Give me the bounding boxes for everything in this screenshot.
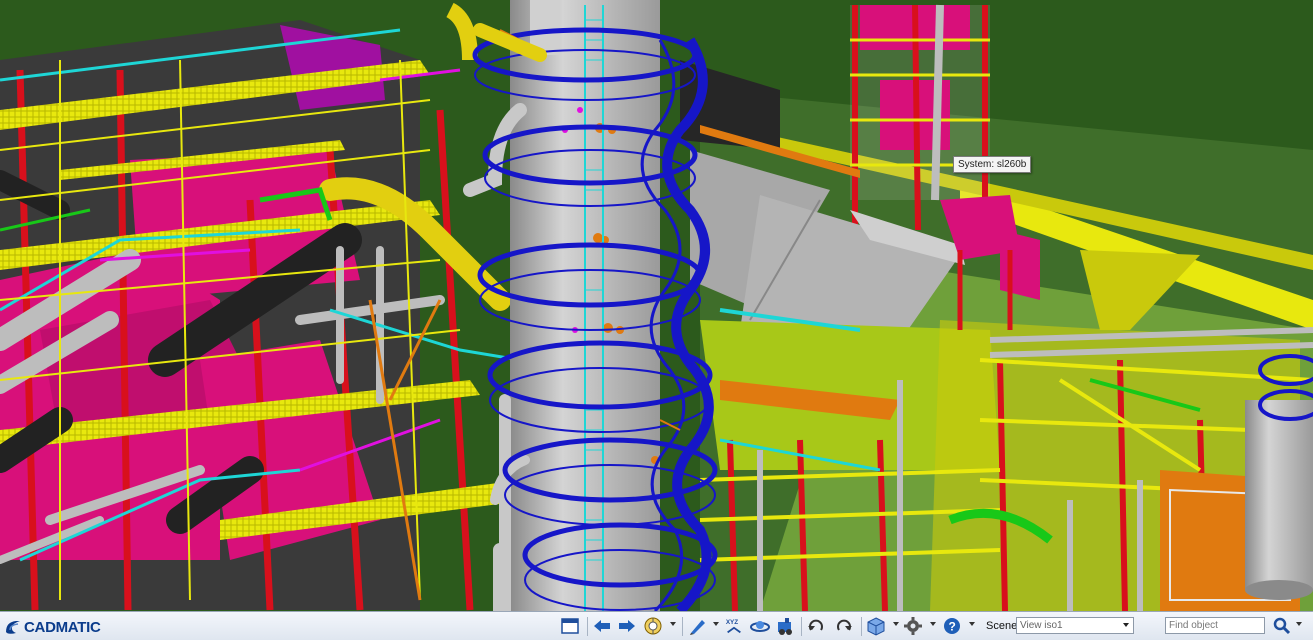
navigation-mode-icon[interactable] xyxy=(643,616,663,636)
settings-dropdown[interactable] xyxy=(930,622,936,626)
orbit-icon[interactable] xyxy=(750,616,770,636)
help-icon[interactable]: ? xyxy=(942,616,962,636)
toolbar-separator xyxy=(801,617,802,636)
toolbar-separator xyxy=(682,617,683,636)
scene-select[interactable]: View iso1 xyxy=(1016,617,1134,634)
scene-select-value: View iso1 xyxy=(1020,620,1063,631)
system-tooltip: System: sl260b xyxy=(953,156,1032,173)
cadmatic-logo: CADMATIC xyxy=(4,618,101,636)
settings-gear-icon[interactable] xyxy=(903,616,923,636)
measure-dropdown[interactable] xyxy=(713,622,719,626)
toolbar-separator xyxy=(861,617,862,636)
object-box-icon[interactable] xyxy=(866,616,886,636)
redo-view-icon[interactable] xyxy=(834,616,854,636)
walk-icon[interactable] xyxy=(775,616,795,636)
cadmatic-logo-icon xyxy=(6,621,20,634)
find-object-input[interactable] xyxy=(1165,617,1265,634)
bottom-toolbar: CADMATIC XYZ ? Scene: View iso1 Find obj… xyxy=(0,611,1313,640)
plant-model-render[interactable] xyxy=(0,0,1313,611)
search-icon[interactable] xyxy=(1272,616,1292,636)
xyz-coordinates-icon[interactable]: XYZ xyxy=(724,616,744,636)
measure-pen-icon[interactable] xyxy=(688,616,708,636)
search-dropdown[interactable] xyxy=(1296,622,1302,626)
cadmatic-logo-text: CADMATIC xyxy=(24,618,101,636)
3d-model-viewport[interactable]: System: sl260b xyxy=(0,0,1313,611)
xyz-label: XYZ xyxy=(726,619,738,626)
undo-view-icon[interactable] xyxy=(806,616,826,636)
svg-text:?: ? xyxy=(949,620,956,634)
object-dropdown[interactable] xyxy=(893,622,899,626)
help-dropdown[interactable] xyxy=(969,622,975,626)
navigation-mode-dropdown[interactable] xyxy=(670,622,676,626)
chevron-down-icon[interactable] xyxy=(1123,623,1129,627)
arrow-right-icon[interactable] xyxy=(617,616,637,636)
window-icon[interactable] xyxy=(560,616,580,636)
toolbar-separator xyxy=(587,617,588,636)
arrow-left-icon[interactable] xyxy=(592,616,612,636)
